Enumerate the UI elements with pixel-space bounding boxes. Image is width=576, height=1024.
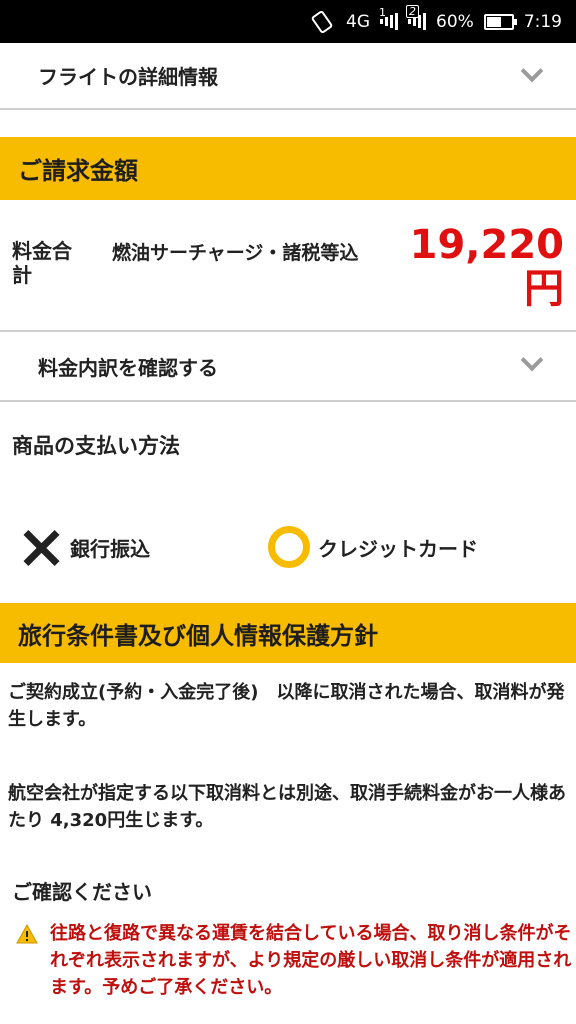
status-bar: 4G 1 2 60% 7:19	[0, 0, 576, 43]
terms-header-title: 旅行条件書及び個人情報保護方針	[18, 621, 378, 650]
terms-header: 旅行条件書及び個人情報保護方針	[0, 603, 576, 663]
warning-icon	[16, 924, 38, 944]
signal-sim1-icon: 1	[379, 6, 399, 31]
battery-icon	[483, 13, 517, 30]
flight-details-accordion[interactable]: フライトの詳細情報	[0, 43, 576, 110]
signal-sim2-icon: 2	[406, 4, 427, 31]
sim2-label: 2	[406, 4, 420, 18]
payment-method-title: 商品の支払い方法	[12, 434, 180, 458]
fee-text: 航空会社が指定する以下取消料とは別途、取消手続料金がお一人様あたり 4,320円…	[8, 783, 566, 831]
payment-option-credit-card: クレジットカード	[268, 524, 478, 570]
cancellation-text: ご契約成立(予約・入金完了後) 以降に取消された場合、取消料が発生します。	[8, 682, 565, 730]
warning-text: 往路と復路で異なる運賃を結合している場合、取り消し条件がそれぞれ表示されますが、…	[50, 923, 572, 998]
sim1-label: 1	[379, 5, 387, 19]
total-amount: 19,220円	[409, 222, 564, 312]
confirm-title: ご確認ください	[12, 880, 152, 904]
battery-percent: 60%	[436, 11, 474, 32]
price-note: 燃油サーチャージ・諸税等込	[112, 242, 359, 264]
cross-icon	[20, 526, 62, 568]
network-type: 4G	[346, 11, 371, 32]
chevron-down-icon	[520, 348, 544, 372]
fee-breakdown-label: 料金内訳を確認する	[38, 355, 218, 380]
total-label: 料金合計	[12, 239, 72, 287]
payment-option-bank-transfer: 銀行振込	[20, 524, 150, 570]
clock: 7:19	[523, 11, 562, 32]
circle-icon	[268, 526, 310, 568]
rotation-icon	[310, 10, 336, 34]
billing-header: ご請求金額	[0, 137, 576, 200]
billing-header-title: ご請求金額	[18, 157, 138, 185]
chevron-down-icon	[520, 59, 544, 83]
flight-details-label: フライトの詳細情報	[38, 65, 218, 89]
price-total-row: 料金合計 燃油サーチャージ・諸税等込 19,220円	[0, 201, 576, 332]
payment-option-label: 銀行振込	[70, 536, 150, 561]
payment-option-label: クレジットカード	[318, 536, 478, 561]
warning-notice: 往路と復路で異なる運賃を結合している場合、取り消し条件がそれぞれ表示されますが、…	[16, 920, 572, 1001]
fee-breakdown-accordion[interactable]: 料金内訳を確認する	[0, 332, 576, 402]
